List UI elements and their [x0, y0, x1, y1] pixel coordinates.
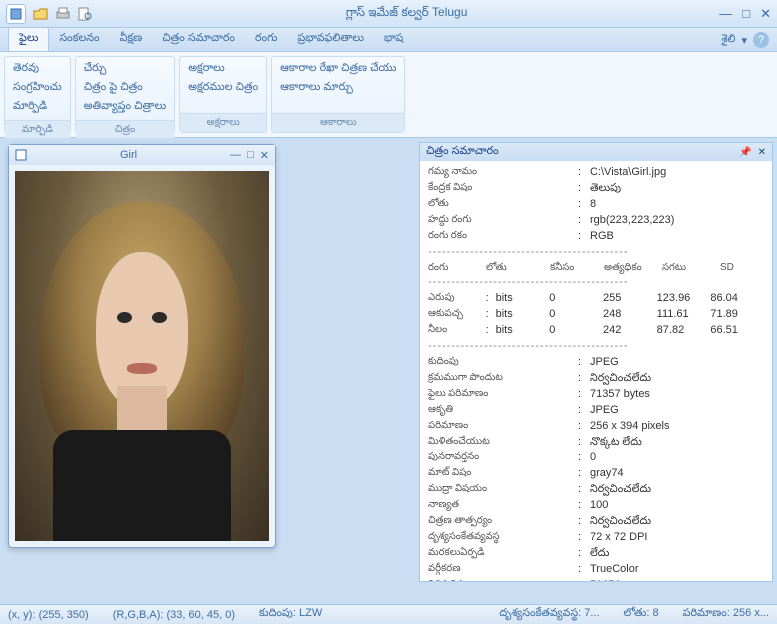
- properties-panel: చిత్రం సమాచారం 📌 ✕ గమ్య నామం:C:\Vista\Gi…: [419, 142, 773, 582]
- property-row: విశిష్ట విషాలు:51656: [428, 578, 764, 581]
- property-row: మాట్ విషం:gray74: [428, 466, 764, 482]
- chars-image-button[interactable]: అక్షరముల చిత్రం: [188, 80, 258, 97]
- status-xy: (x, y): (255, 350): [8, 609, 89, 621]
- child-maximize-button[interactable]: □: [247, 149, 254, 162]
- tab-color[interactable]: రంగు: [245, 28, 287, 51]
- stat-row: నీలం:bits024287.8266.51: [428, 323, 764, 339]
- image-window-title: Girl: [27, 149, 230, 161]
- ribbon-group-chars: అక్షరాలు అక్షరముల చిత్రం అక్షరాలు: [179, 56, 267, 133]
- property-row: దృశ్యసంకేతవ్యవస్థ:72 x 72 DPI: [428, 530, 764, 546]
- property-row: క్రమముగా పొందుట:నిర్వచించలేదు: [428, 371, 764, 387]
- print-icon[interactable]: [54, 5, 72, 23]
- status-depth: లోతు: 8: [624, 607, 659, 622]
- panel-close-icon[interactable]: ✕: [758, 147, 766, 158]
- property-row: ముద్రా విషయం:నిర్వచించలేదు: [428, 482, 764, 498]
- group-title: ఆకారాలు: [272, 113, 404, 132]
- property-row: మరకలుఏర్పడి:లేదు: [428, 546, 764, 562]
- titlebar: గ్లాస్ ఇమేజ్ కల్వర్ Telugu — □ ✕: [0, 0, 777, 28]
- ribbon-group-image: చేర్చు చిత్రం పై చిత్రం అతివ్యాప్తం చిత్…: [75, 56, 175, 133]
- overlay-images-button[interactable]: అతివ్యాప్తం చిత్రాలు: [84, 99, 166, 116]
- property-row: కేంద్రక విషం:తెలుపు: [428, 181, 764, 197]
- tab-image-info[interactable]: చిత్రం సమాచారం: [152, 28, 245, 51]
- tab-effects[interactable]: ప్రభావఫలితాలు: [287, 28, 374, 51]
- property-row: రంగు రకం:RGB: [428, 229, 764, 245]
- property-row: వర్గీకరణ:TrueColor: [428, 562, 764, 578]
- properties-titlebar[interactable]: చిత్రం సమాచారం 📌 ✕: [420, 143, 772, 161]
- status-size: పరిమాణం: 256 x...: [683, 607, 769, 622]
- ribbon: తెరవు సంగ్రహించు మార్పిడి మార్పిడి చేర్చ…: [0, 52, 777, 138]
- child-close-button[interactable]: ✕: [260, 149, 269, 162]
- chars-button[interactable]: అక్షరాలు: [188, 61, 258, 78]
- divider: ----------------------------------------…: [428, 275, 764, 291]
- image-on-image-button[interactable]: చిత్రం పై చిత్రం: [84, 80, 166, 97]
- window-title: గ్లాస్ ఇమేజ్ కల్వర్ Telugu: [94, 5, 719, 22]
- image-window[interactable]: Girl — □ ✕: [8, 144, 276, 548]
- status-resolution: దృశ్యసంకేతవ్యవస్థ: 7...: [499, 607, 599, 622]
- ribbon-tabs: ఫైలు సంకలనం వీక్షణ చిత్రం సమాచారం రంగు ప…: [0, 28, 777, 52]
- divider: ----------------------------------------…: [428, 245, 764, 261]
- ribbon-group-convert: తెరవు సంగ్రహించు మార్పిడి మార్పిడి: [4, 56, 71, 133]
- image-window-titlebar[interactable]: Girl — □ ✕: [9, 145, 275, 165]
- status-compression: కుదింపు: LZW: [259, 607, 322, 622]
- open-button[interactable]: తెరవు: [13, 61, 62, 78]
- property-row: గమ్య నామం:C:\Vista\Girl.jpg: [428, 165, 764, 181]
- chevron-down-icon[interactable]: ▾: [741, 34, 747, 47]
- change-shapes-button[interactable]: ఆకారాలు మార్చు: [280, 80, 396, 97]
- window-controls: — □ ✕: [719, 6, 771, 22]
- tab-edit[interactable]: సంకలనం: [49, 28, 109, 51]
- tab-language[interactable]: భాష: [374, 28, 413, 51]
- child-minimize-button[interactable]: —: [230, 149, 241, 162]
- property-row: లోతు:8: [428, 197, 764, 213]
- stats-header: రంగు లోతు కనీసం అత్యధికం సగటు SD: [428, 261, 764, 276]
- maximize-button[interactable]: □: [742, 6, 750, 22]
- property-row: మిళితంచేయుట:నొక్కట లేదు: [428, 435, 764, 451]
- tab-view[interactable]: వీక్షణ: [110, 28, 153, 51]
- pin-icon[interactable]: 📌: [739, 147, 751, 158]
- tab-file[interactable]: ఫైలు: [8, 27, 49, 51]
- status-bar: (x, y): (255, 350) (R,G,B,A): (33, 60, 4…: [0, 604, 777, 624]
- capture-button[interactable]: సంగ్రహించు: [13, 80, 62, 97]
- image-viewport[interactable]: [15, 171, 269, 541]
- property-row: ఆకృతి:JPEG: [428, 403, 764, 419]
- property-row: పునరావర్తనం:0: [428, 450, 764, 466]
- property-row: పరిమాణం:256 x 394 pixels: [428, 419, 764, 435]
- property-row: హద్దు రంగు:rgb(223,223,223): [428, 213, 764, 229]
- draw-shapes-button[interactable]: ఆకారాల రేఖా చిత్రణ చేయు: [280, 61, 396, 78]
- workspace: Girl — □ ✕ చిత్రం సమాచారం 📌 ✕ గమ్య నామం:…: [0, 138, 777, 604]
- property-row: కుదింపు:JPEG: [428, 355, 764, 371]
- ribbon-group-shapes: ఆకారాల రేఖా చిత్రణ చేయు ఆకారాలు మార్చు ఆ…: [271, 56, 405, 133]
- properties-title: చిత్రం సమాచారం: [426, 145, 739, 160]
- quick-access-toolbar: [32, 5, 94, 23]
- preview-icon[interactable]: [76, 5, 94, 23]
- stat-row: ఆకుపచ్చ:bits0248111.6171.89: [428, 307, 764, 323]
- help-button[interactable]: ?: [753, 32, 769, 48]
- close-button[interactable]: ✕: [760, 6, 771, 22]
- app-menu-button[interactable]: [6, 4, 26, 24]
- app-icon: [10, 8, 22, 20]
- style-dropdown[interactable]: శైలి: [721, 33, 735, 48]
- property-row: నాణ్యత:100: [428, 498, 764, 514]
- property-row: చిత్రణ తాత్పర్యం:నిర్వచించలేదు: [428, 514, 764, 530]
- doc-icon: [15, 149, 27, 161]
- divider: ----------------------------------------…: [428, 339, 764, 355]
- status-rgba: (R,G,B,A): (33, 60, 45, 0): [113, 609, 235, 621]
- minimize-button[interactable]: —: [719, 6, 732, 22]
- property-row: ఫైలు పరిమాణం:71357 bytes: [428, 387, 764, 403]
- group-title: మార్పిడి: [5, 120, 70, 139]
- add-button[interactable]: చేర్చు: [84, 61, 166, 78]
- convert-button[interactable]: మార్పిడి: [13, 99, 62, 116]
- group-title: చిత్రం: [76, 120, 174, 139]
- stat-row: ఎరుపు:bits0255123.9686.04: [428, 291, 764, 307]
- open-icon[interactable]: [32, 5, 50, 23]
- group-title: అక్షరాలు: [180, 113, 266, 132]
- properties-body[interactable]: గమ్య నామం:C:\Vista\Girl.jpgకేంద్రక విషం:…: [420, 161, 772, 581]
